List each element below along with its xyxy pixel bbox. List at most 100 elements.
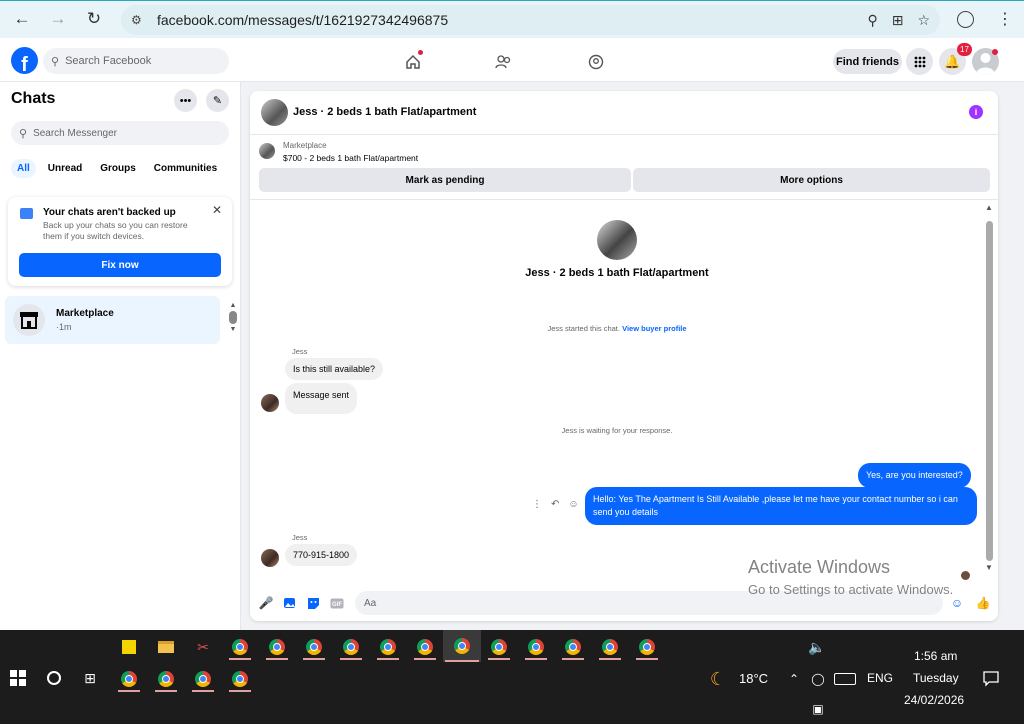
new-message-icon[interactable]: ✎ <box>206 89 229 112</box>
url-text[interactable]: facebook.com/messages/t/1621927342496875 <box>157 12 448 28</box>
react-smiley-icon[interactable]: ☺ <box>568 499 578 510</box>
view-buyer-profile-link[interactable]: View buyer profile <box>622 324 686 333</box>
meet-now-icon[interactable]: ◯ <box>805 666 831 692</box>
cortana-search-icon[interactable] <box>41 665 67 691</box>
scroll-up-arrow-icon[interactable]: ▲ <box>230 302 237 309</box>
chrome-app-icon[interactable] <box>338 634 364 660</box>
facebook-logo-icon[interactable]: f <box>11 47 38 74</box>
thumbs-up-icon[interactable]: 👍 <box>976 596 991 610</box>
divider <box>250 134 998 135</box>
windows-start-icon[interactable] <box>5 665 31 691</box>
reload-icon[interactable]: ↻ <box>78 3 110 35</box>
snipping-tool-app-icon[interactable]: ✂ <box>190 634 216 660</box>
composer-placeholder: Aa <box>364 597 377 609</box>
chrome-app-icon[interactable] <box>227 634 253 660</box>
sidebar-scrollbar[interactable]: ▲ ▼ <box>228 302 238 342</box>
chrome-app-icon[interactable] <box>375 634 401 660</box>
clock-time[interactable]: 1:56 am <box>914 649 957 663</box>
fix-now-button[interactable]: Fix now <box>19 253 221 277</box>
sticky-notes-app-icon[interactable] <box>116 634 142 660</box>
sticker-icon[interactable] <box>306 596 320 610</box>
intro-avatar <box>597 220 637 260</box>
menu-grid-icon[interactable] <box>906 48 933 75</box>
weather-moon-icon[interactable]: ☾ <box>705 666 731 692</box>
conversation-avatar[interactable] <box>261 99 288 126</box>
site-settings-icon[interactable]: ⚙ <box>131 13 142 27</box>
scroll-down-arrow-icon[interactable]: ▼ <box>985 563 993 572</box>
incoming-message[interactable]: 770-915-1800 <box>285 544 358 566</box>
conversation-title[interactable]: Jess · 2 beds 1 bath Flat/apartment <box>293 106 476 118</box>
clock-date[interactable]: 24/02/2026 <box>904 693 964 707</box>
filter-unread[interactable]: Unread <box>42 159 88 178</box>
chrome-app-icon[interactable] <box>634 634 660 660</box>
groups-icon[interactable] <box>586 52 606 72</box>
emoji-icon[interactable]: ☺ <box>950 596 964 610</box>
listing-thumbnail[interactable] <box>259 143 275 159</box>
scroll-thumb[interactable] <box>229 311 237 324</box>
clock-day[interactable]: Tuesday <box>913 671 959 685</box>
forward-icon[interactable]: → <box>42 3 74 35</box>
zoom-icon[interactable]: ⚲ <box>867 12 877 29</box>
notification-center-icon[interactable] <box>978 666 1004 692</box>
chrome-app-icon[interactable] <box>264 634 290 660</box>
more-icon[interactable]: ⋮ <box>532 499 542 510</box>
scroll-down-arrow-icon[interactable]: ▼ <box>230 326 237 333</box>
chrome-app-icon[interactable] <box>116 666 142 692</box>
chrome-app-icon[interactable] <box>190 666 216 692</box>
conversation-scrollbar[interactable]: ▲ ▼ <box>985 201 994 572</box>
scroll-up-arrow-icon[interactable]: ▲ <box>985 203 993 212</box>
incoming-message[interactable]: Is this still available? <box>285 358 384 380</box>
conversation-panel: Jess · 2 beds 1 bath Flat/apartment i Ma… <box>250 91 998 621</box>
sender-avatar[interactable] <box>261 549 279 567</box>
more-options-button[interactable]: More options <box>633 168 990 192</box>
find-friends-button[interactable]: Find friends <box>833 49 902 74</box>
outgoing-message[interactable]: Yes, are you interested? <box>858 463 971 488</box>
info-icon[interactable]: i <box>969 105 983 119</box>
messenger-search-input[interactable]: ⚲ Search Messenger <box>11 121 229 145</box>
chrome-app-icon-active[interactable] <box>443 630 481 662</box>
outgoing-message[interactable]: Hello: Yes The Apartment Is Still Availa… <box>585 487 977 525</box>
incoming-message[interactable]: Message sent <box>285 383 358 414</box>
friends-icon[interactable] <box>494 52 514 72</box>
chrome-app-icon[interactable] <box>523 634 549 660</box>
volume-icon[interactable]: 🔈 <box>804 634 830 660</box>
browser-toolbar: ← → ↻ ⚙ facebook.com/messages/t/16219273… <box>0 0 1024 38</box>
sender-avatar[interactable] <box>261 394 279 412</box>
back-icon[interactable]: ← <box>6 3 38 35</box>
photo-icon[interactable] <box>282 596 296 610</box>
scroll-thumb[interactable] <box>986 221 993 561</box>
gif-icon[interactable]: GIF <box>330 596 344 610</box>
task-view-icon[interactable]: ⊞ <box>77 665 103 691</box>
sender-name: Jess <box>292 347 308 356</box>
home-icon[interactable] <box>403 50 423 72</box>
file-explorer-app-icon[interactable] <box>153 634 179 660</box>
filter-all[interactable]: All <box>11 159 36 178</box>
chrome-app-icon[interactable] <box>560 634 586 660</box>
show-hidden-icons-chevron-icon[interactable]: ⌃ <box>781 666 807 692</box>
listing-price[interactable]: $700 - 2 beds 1 bath Flat/apartment <box>283 153 418 163</box>
filter-communities[interactable]: Communities <box>148 159 223 178</box>
chrome-app-icon[interactable] <box>153 666 179 692</box>
temperature[interactable]: 18°C <box>739 671 768 686</box>
filter-groups[interactable]: Groups <box>94 159 142 178</box>
chrome-app-icon[interactable] <box>412 634 438 660</box>
language-indicator[interactable]: ENG <box>867 671 893 685</box>
install-icon[interactable]: ⊞ <box>892 12 904 29</box>
microphone-icon[interactable]: 🎤 <box>259 596 274 610</box>
more-options-icon[interactable]: ••• <box>174 89 197 112</box>
chrome-app-icon[interactable] <box>301 634 327 660</box>
close-icon[interactable]: ✕ <box>212 203 222 217</box>
chrome-app-icon[interactable] <box>597 634 623 660</box>
keyboard-icon[interactable] <box>832 666 858 692</box>
chrome-app-icon[interactable] <box>486 634 512 660</box>
profile-icon[interactable] <box>957 11 974 28</box>
network-icon[interactable]: ▣ <box>805 696 831 722</box>
facebook-search-input[interactable]: ⚲ Search Facebook <box>43 48 229 74</box>
bookmark-star-icon[interactable]: ☆ <box>917 12 930 29</box>
mark-as-pending-button[interactable]: Mark as pending <box>259 168 631 192</box>
chrome-app-icon[interactable] <box>227 666 253 692</box>
menu-kebab-icon[interactable]: ⋮ <box>997 9 1013 29</box>
reply-icon[interactable]: ↶ <box>551 499 559 510</box>
chat-list-item[interactable]: Marketplace ·1m <box>5 296 220 344</box>
address-bar[interactable]: ⚙ facebook.com/messages/t/16219273424968… <box>121 5 940 35</box>
